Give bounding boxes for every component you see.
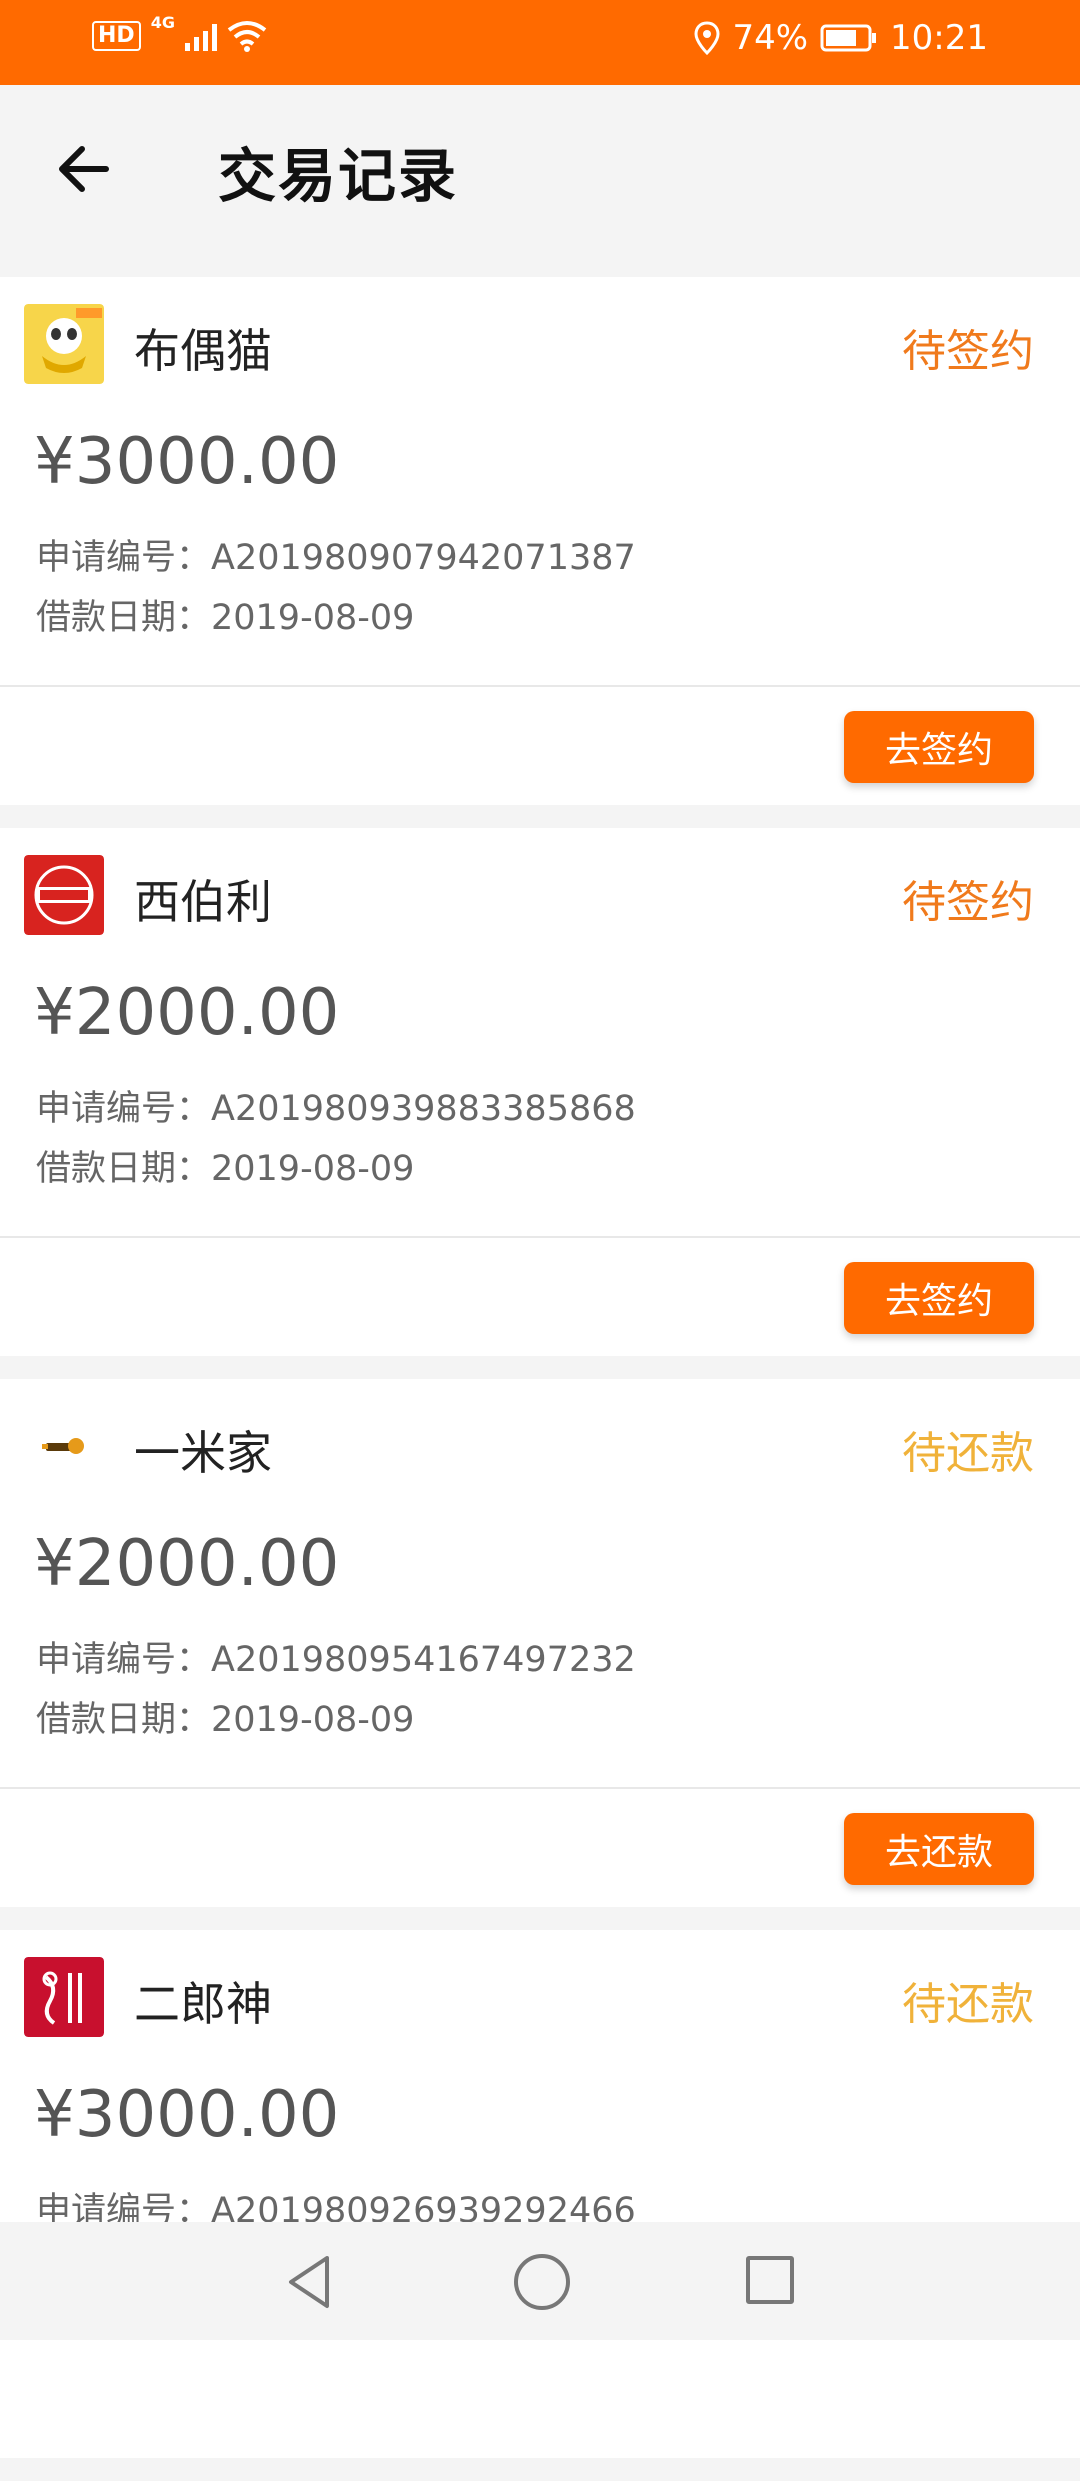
page-title: 交易记录 — [218, 142, 459, 210]
status-left: HD 4G — [92, 13, 267, 52]
repay-button[interactable]: 去还款 — [844, 1813, 1034, 1885]
loan-date: 借款日期：2019-08-09 — [36, 1700, 415, 1740]
status-badge: 待签约 — [902, 326, 1034, 377]
merchant-name: 西伯利 — [134, 875, 272, 929]
merchant-name: 一米家 — [134, 1426, 272, 1480]
record-card[interactable]: 一米家 待还款 ¥2000.00 申请编号：A20198095416749723… — [0, 1379, 1080, 1907]
loan-date: 借款日期：2019-08-09 — [36, 1149, 415, 1189]
divider — [0, 1236, 1080, 1238]
xibo-logo-icon — [24, 855, 104, 935]
loan-amount: ¥2000.00 — [34, 1527, 340, 1601]
application-number: 申请编号：A201980954167497232 — [36, 1640, 636, 1680]
transaction-list[interactable]: 布偶猫 待签约 ¥3000.00 申请编号：A20198090794207138… — [0, 277, 1080, 2481]
hd-badge: HD — [92, 21, 141, 51]
status-badge: 待还款 — [902, 1979, 1034, 2030]
status-badge: 待还款 — [902, 1428, 1034, 1479]
clock: 10:21 — [890, 18, 988, 58]
loan-amount: ¥3000.00 — [34, 425, 340, 499]
record-card-body[interactable]: 一米家 待还款 ¥2000.00 申请编号：A20198095416749723… — [0, 1379, 1080, 1789]
loan-amount: ¥3000.00 — [34, 2078, 340, 2152]
record-card[interactable]: 西伯利 待签约 ¥2000.00 申请编号：A20198093988338586… — [0, 828, 1080, 1356]
nav-recent-apps-icon[interactable] — [746, 2256, 794, 2304]
record-card-body[interactable]: 布偶猫 待签约 ¥3000.00 申请编号：A20198090794207138… — [0, 277, 1080, 687]
app-header: 交易记录 — [0, 85, 1080, 275]
merchant-name: 布偶猫 — [134, 324, 272, 378]
status-right: 74% 10:21 — [694, 18, 988, 58]
system-nav-bar — [0, 2222, 1080, 2340]
battery-percent: 74% — [732, 18, 809, 58]
yimi-logo-icon — [24, 1406, 104, 1486]
application-number: 申请编号：A201980939883385868 — [36, 1089, 636, 1129]
wifi-icon — [227, 21, 267, 52]
nav-back-icon[interactable] — [285, 2254, 333, 2310]
cat-logo-icon — [24, 304, 104, 384]
sign-button[interactable]: 去签约 — [844, 1262, 1034, 1334]
sign-button[interactable]: 去签约 — [844, 711, 1034, 783]
nav-home-icon[interactable] — [514, 2254, 570, 2310]
signal-icon — [184, 21, 217, 51]
record-card[interactable]: 布偶猫 待签约 ¥3000.00 申请编号：A20198090794207138… — [0, 277, 1080, 805]
loan-amount: ¥2000.00 — [34, 976, 340, 1050]
location-icon — [694, 21, 720, 55]
loan-date: 借款日期：2019-08-09 — [36, 598, 415, 638]
divider — [0, 685, 1080, 687]
record-card[interactable]: 二郎神 待还款 ¥3000.00 申请编号：A20198092693929246… — [0, 1930, 1080, 2458]
erlang-logo-icon — [24, 1957, 104, 2037]
network-label: 4G — [150, 12, 175, 32]
battery-icon — [820, 24, 877, 52]
status-badge: 待签约 — [902, 877, 1034, 928]
status-bar: HD 4G 74% 10:21 — [0, 0, 1080, 85]
divider — [0, 1787, 1080, 1789]
application-number: 申请编号：A201980907942071387 — [36, 538, 636, 578]
record-card-body[interactable]: 西伯利 待签约 ¥2000.00 申请编号：A20198093988338586… — [0, 828, 1080, 1238]
merchant-name: 二郎神 — [134, 1977, 272, 2031]
back-arrow-icon[interactable] — [52, 137, 116, 201]
